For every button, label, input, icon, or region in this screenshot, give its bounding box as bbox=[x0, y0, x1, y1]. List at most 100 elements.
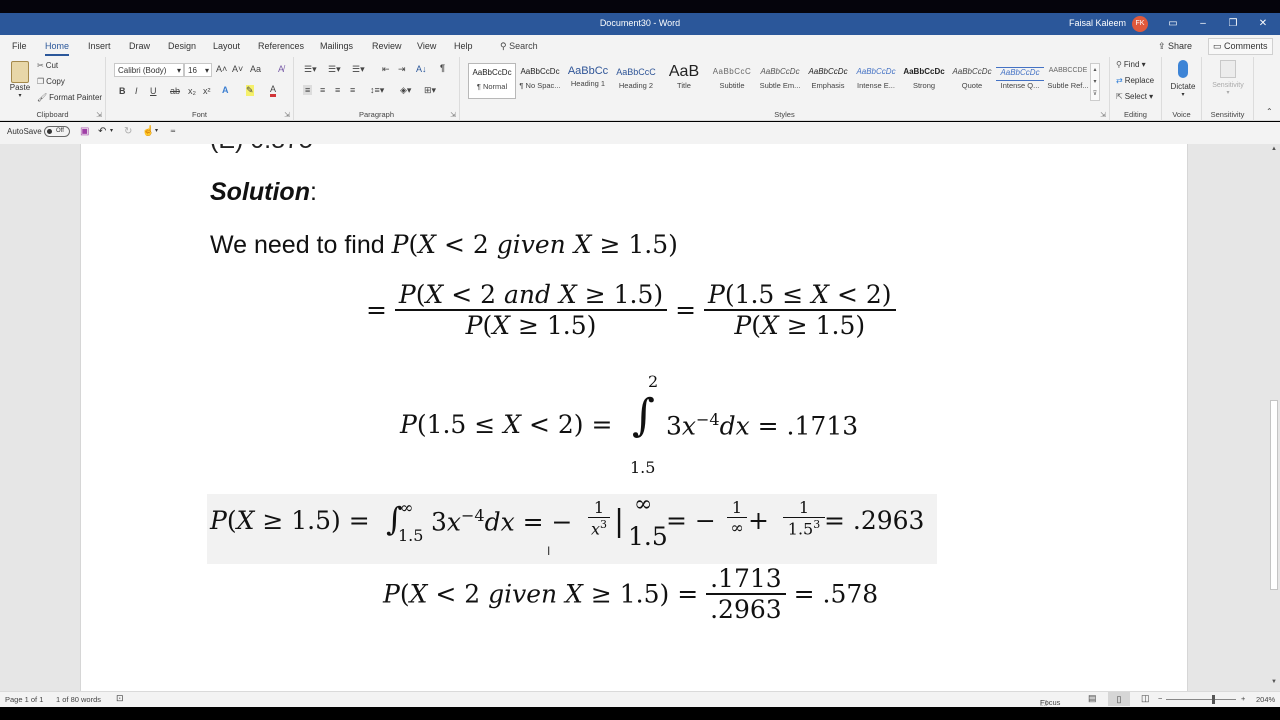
proofing-icon[interactable]: ⊡ bbox=[116, 693, 124, 704]
sort-icon[interactable]: A↓ bbox=[416, 64, 427, 74]
customize-qat-icon[interactable]: ≂ bbox=[170, 127, 176, 135]
zoom-out-icon[interactable]: − bbox=[1158, 694, 1162, 703]
style-quote[interactable]: AaBbCcDc Quote bbox=[948, 63, 996, 99]
text-effects-icon[interactable]: A bbox=[222, 85, 229, 95]
print-layout-icon[interactable]: ▯ bbox=[1108, 692, 1130, 706]
word-count[interactable]: 1 of 80 words bbox=[56, 695, 101, 704]
format-painter-button[interactable]: 🖌 Format Painter bbox=[37, 93, 102, 102]
redo-icon[interactable]: ↻ bbox=[124, 126, 132, 137]
style-no-spacing[interactable]: AaBbCcDc ¶ No Spac... bbox=[516, 63, 564, 99]
scroll-down-icon[interactable]: ▼ bbox=[1268, 679, 1280, 689]
increase-indent-icon[interactable]: ⇥ bbox=[398, 64, 406, 75]
tab-help[interactable]: Help bbox=[454, 41, 473, 51]
style-heading-2[interactable]: AaBbCcC Heading 2 bbox=[612, 63, 660, 99]
tab-view[interactable]: View bbox=[417, 41, 436, 51]
italic-icon[interactable]: I bbox=[135, 86, 138, 96]
replace-button[interactable]: ⇄ Replace bbox=[1116, 76, 1154, 85]
dialog-launcher-icon[interactable]: ⇲ bbox=[284, 111, 290, 119]
user-name[interactable]: Faisal Kaleem bbox=[1069, 18, 1126, 28]
style-intense-quote[interactable]: AaBbCcDc Intense Q... bbox=[996, 63, 1044, 99]
font-size-select[interactable]: 16 ▾ bbox=[184, 63, 212, 77]
style-strong[interactable]: AaBbCcDc Strong bbox=[900, 63, 948, 99]
ribbon-display-options-icon[interactable]: ▭ bbox=[1164, 16, 1182, 32]
highlight-icon[interactable]: ✎ bbox=[246, 85, 254, 96]
grow-font-icon[interactable]: A˄ bbox=[216, 64, 227, 74]
read-mode-icon[interactable]: ▤ bbox=[1088, 693, 1097, 704]
tab-home[interactable]: Home bbox=[45, 41, 70, 56]
align-center-icon[interactable]: ≡ bbox=[320, 85, 325, 95]
bullets-icon[interactable]: ☰▾ bbox=[304, 64, 317, 75]
undo-icon[interactable]: ↶ bbox=[98, 126, 106, 137]
sensitivity-button[interactable]: Sensitivity ▾ bbox=[1206, 60, 1250, 96]
style-subtle-reference[interactable]: AABBCCDE Subtle Ref... bbox=[1044, 63, 1092, 99]
show-formatting-icon[interactable]: ¶ bbox=[440, 63, 445, 73]
subscript-icon[interactable]: x₂ bbox=[188, 86, 196, 96]
dialog-launcher-icon[interactable]: ⇲ bbox=[1100, 111, 1106, 119]
dialog-launcher-icon[interactable]: ⇲ bbox=[450, 111, 456, 119]
minimize-icon[interactable]: – bbox=[1194, 16, 1212, 32]
cut-button[interactable]: ✂ Cut bbox=[37, 61, 58, 70]
numbering-icon[interactable]: ☰▾ bbox=[328, 64, 341, 75]
change-case-icon[interactable]: Aa bbox=[250, 64, 261, 74]
line-spacing-icon[interactable]: ↕≡▾ bbox=[370, 85, 384, 96]
decrease-indent-icon[interactable]: ⇤ bbox=[382, 64, 390, 75]
style-intense-emphasis[interactable]: AaBbCcDc Intense E... bbox=[852, 63, 900, 99]
zoom-in-icon[interactable]: + bbox=[1241, 694, 1245, 703]
dialog-launcher-icon[interactable]: ⇲ bbox=[96, 111, 102, 119]
style-subtle-emphasis[interactable]: AaBbCcDc Subtle Em... bbox=[756, 63, 804, 99]
scroll-up-icon[interactable]: ▲ bbox=[1268, 146, 1280, 156]
integral-equation-2[interactable]: P(X ≥ 1.5) = ∫ ∞ 1.5 3x−4dx = − 1 x3 | ∞… bbox=[210, 492, 940, 562]
align-left-icon[interactable]: ≡ bbox=[303, 85, 313, 95]
tab-design[interactable]: Design bbox=[168, 41, 196, 51]
chevron-down-icon[interactable]: ▾ bbox=[155, 127, 158, 134]
search-box[interactable]: ⚲ Search bbox=[500, 41, 538, 52]
scroll-up-icon[interactable]: ▴ bbox=[1091, 64, 1099, 76]
font-color-icon[interactable]: A bbox=[270, 84, 277, 97]
multilevel-list-icon[interactable]: ☰▾ bbox=[352, 64, 365, 75]
collapse-ribbon-icon[interactable]: ⌃ bbox=[1266, 107, 1273, 116]
zoom-slider-thumb[interactable] bbox=[1212, 695, 1216, 704]
web-layout-icon[interactable]: ◫ bbox=[1141, 693, 1150, 704]
touch-mode-icon[interactable]: ☝ bbox=[142, 126, 154, 137]
copy-button[interactable]: ❐ Copy bbox=[37, 77, 65, 86]
shading-icon[interactable]: ◈▾ bbox=[400, 85, 411, 96]
style-title[interactable]: AaB Title bbox=[660, 63, 708, 99]
zoom-level[interactable]: 204% bbox=[1256, 695, 1275, 704]
style-emphasis[interactable]: AaBbCcDc Emphasis bbox=[804, 63, 852, 99]
style-heading-1[interactable]: AaBbCc Heading 1 bbox=[564, 63, 612, 99]
scroll-down-icon[interactable]: ▾ bbox=[1091, 76, 1099, 88]
align-right-icon[interactable]: ≡ bbox=[335, 85, 340, 95]
paste-button[interactable]: Paste ▾ bbox=[8, 61, 32, 99]
comments-button[interactable]: ▭ Comments bbox=[1208, 38, 1273, 55]
restore-icon[interactable]: ❐ bbox=[1224, 16, 1242, 32]
tab-file[interactable]: File bbox=[12, 41, 27, 51]
tab-references[interactable]: References bbox=[258, 41, 304, 51]
borders-icon[interactable]: ⊞▾ bbox=[424, 85, 436, 96]
styles-scroll[interactable]: ▴ ▾ ⊽ bbox=[1090, 63, 1100, 101]
find-button[interactable]: ⚲ Find ▾ bbox=[1116, 60, 1146, 69]
avatar[interactable]: FK bbox=[1132, 16, 1148, 32]
clear-formatting-icon[interactable]: A̸ bbox=[278, 64, 284, 74]
style-normal[interactable]: AaBbCcDc ¶ Normal bbox=[468, 63, 516, 99]
save-icon[interactable]: ▣ bbox=[80, 126, 89, 137]
autosave-toggle[interactable]: Off bbox=[44, 126, 70, 137]
select-button[interactable]: ⇱ Select ▾ bbox=[1116, 92, 1153, 101]
chevron-down-icon[interactable]: ▾ bbox=[110, 127, 113, 134]
tab-draw[interactable]: Draw bbox=[129, 41, 150, 51]
close-icon[interactable]: ✕ bbox=[1254, 16, 1272, 32]
more-styles-icon[interactable]: ⊽ bbox=[1091, 88, 1099, 100]
superscript-icon[interactable]: x² bbox=[203, 86, 211, 96]
scrollbar-thumb[interactable] bbox=[1270, 400, 1278, 590]
tab-insert[interactable]: Insert bbox=[88, 41, 111, 51]
zoom-slider-track[interactable] bbox=[1166, 699, 1236, 700]
dictate-button[interactable]: Dictate ▾ bbox=[1170, 60, 1196, 98]
vertical-scrollbar[interactable]: ▲ ▼ bbox=[1268, 144, 1280, 691]
tab-layout[interactable]: Layout bbox=[213, 41, 240, 51]
strikethrough-icon[interactable]: ab bbox=[170, 86, 180, 96]
style-subtitle[interactable]: AaBbCcC Subtitle bbox=[708, 63, 756, 99]
tab-mailings[interactable]: Mailings bbox=[320, 41, 353, 51]
underline-icon[interactable]: U bbox=[150, 86, 157, 96]
justify-icon[interactable]: ≡ bbox=[350, 85, 355, 95]
tab-review[interactable]: Review bbox=[372, 41, 402, 51]
bold-icon[interactable]: B bbox=[119, 86, 126, 96]
